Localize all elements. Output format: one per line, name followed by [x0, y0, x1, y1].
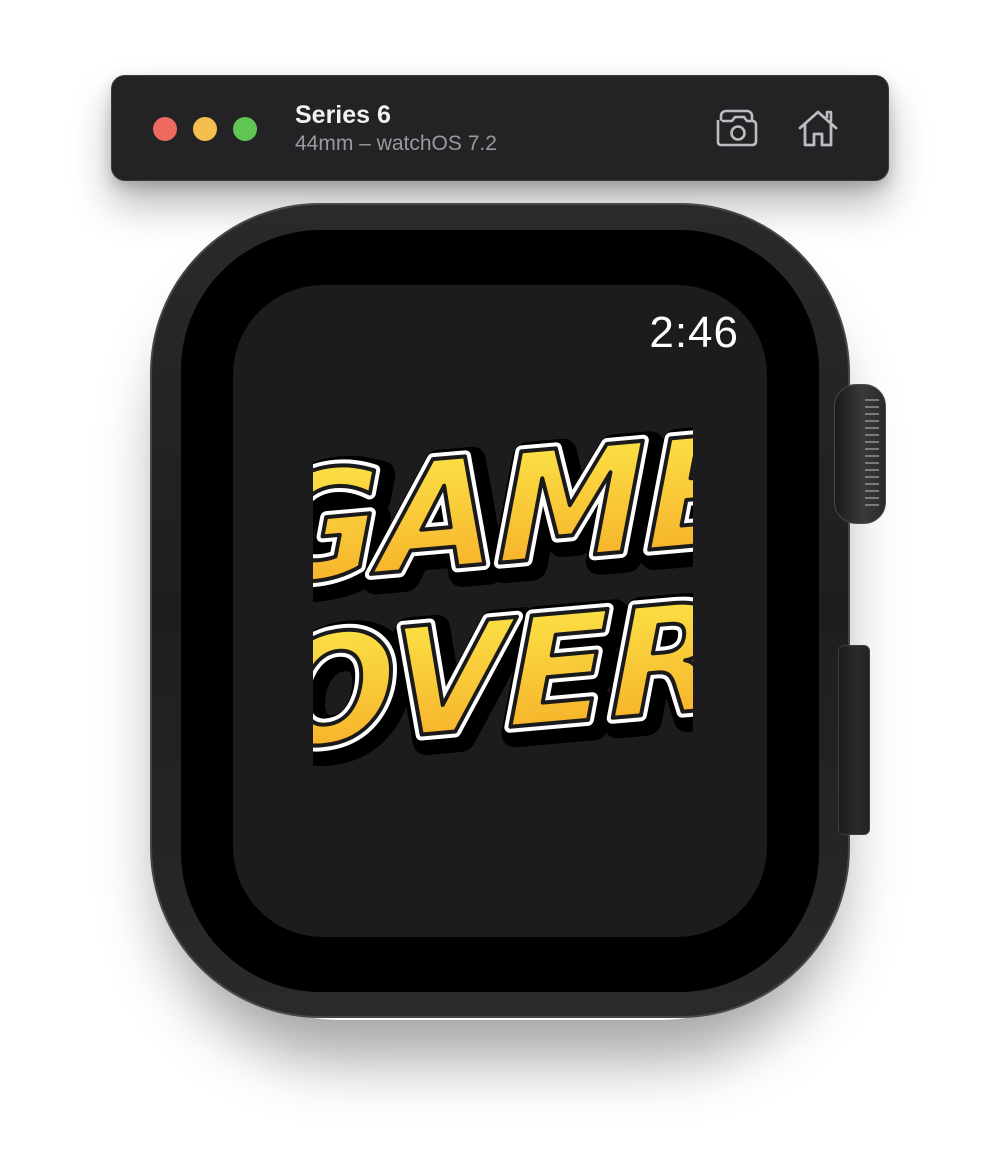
device-name: Series 6 — [295, 101, 391, 129]
crown-ridges — [865, 399, 879, 511]
game-over-graphic: GAME OVER GAME OVER GAME OVER — [313, 415, 693, 815]
simulator-stage: Series 6 44mm – watchOS 7.2 2:46 GAME OV… — [0, 0, 1000, 1170]
device-subtitle: 44mm – watchOS 7.2 — [295, 132, 497, 155]
side-button[interactable] — [838, 645, 870, 835]
close-window-button[interactable] — [153, 117, 177, 141]
zoom-window-button[interactable] — [233, 117, 257, 141]
minimize-window-button[interactable] — [193, 117, 217, 141]
window-title-block: Series 6 44mm – watchOS 7.2 — [295, 100, 497, 158]
watch-screen[interactable]: 2:46 GAME OVER GAME OVER GAME OVER — [233, 285, 767, 937]
home-icon[interactable] — [796, 108, 840, 148]
watch-clock: 2:46 — [649, 308, 739, 357]
simulator-titlebar[interactable]: Series 6 44mm – watchOS 7.2 — [111, 75, 889, 181]
camera-icon[interactable] — [716, 108, 760, 148]
digital-crown[interactable] — [834, 384, 886, 524]
